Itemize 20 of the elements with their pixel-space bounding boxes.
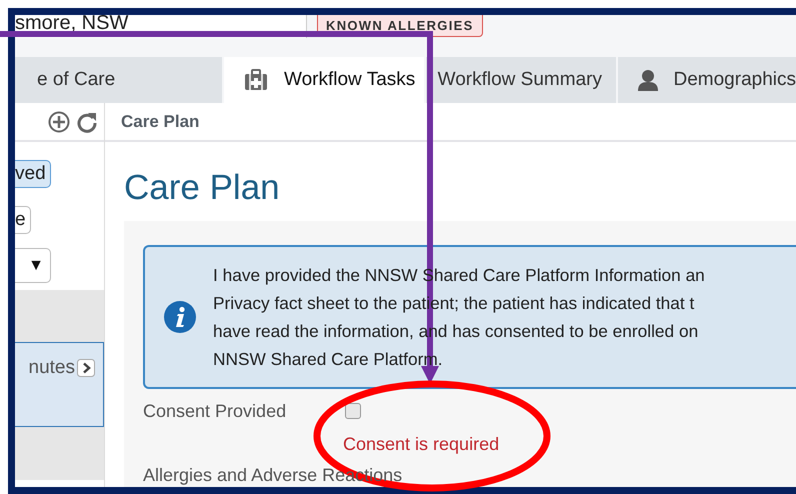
page-title: Care Plan: [124, 168, 281, 208]
tab[interactable]: Workflow Summary: [426, 57, 616, 103]
consent-checkbox[interactable]: [345, 403, 361, 419]
tab[interactable]: Workflow Tasks: [224, 57, 424, 103]
tab[interactable]: e of Care: [15, 57, 222, 103]
filter-button[interactable]: ved: [15, 160, 51, 188]
chevron-icon[interactable]: [77, 359, 95, 377]
list-item[interactable]: nutes: [15, 342, 104, 427]
filter-button[interactable]: e: [15, 206, 31, 234]
patient-location: smore, NSW: [15, 15, 128, 34]
medical-kit-icon: [244, 69, 268, 91]
info-icon: [163, 300, 197, 334]
add-icon[interactable]: [48, 110, 70, 132]
error-message: Consent is required: [343, 434, 500, 455]
section-header: Care Plan: [105, 103, 796, 142]
refresh-icon[interactable]: [76, 110, 98, 132]
tab[interactable]: Demographics: [618, 57, 796, 103]
field-label: Consent Provided: [143, 401, 288, 422]
dropdown[interactable]: ▼: [15, 248, 51, 283]
person-icon: [638, 70, 658, 90]
